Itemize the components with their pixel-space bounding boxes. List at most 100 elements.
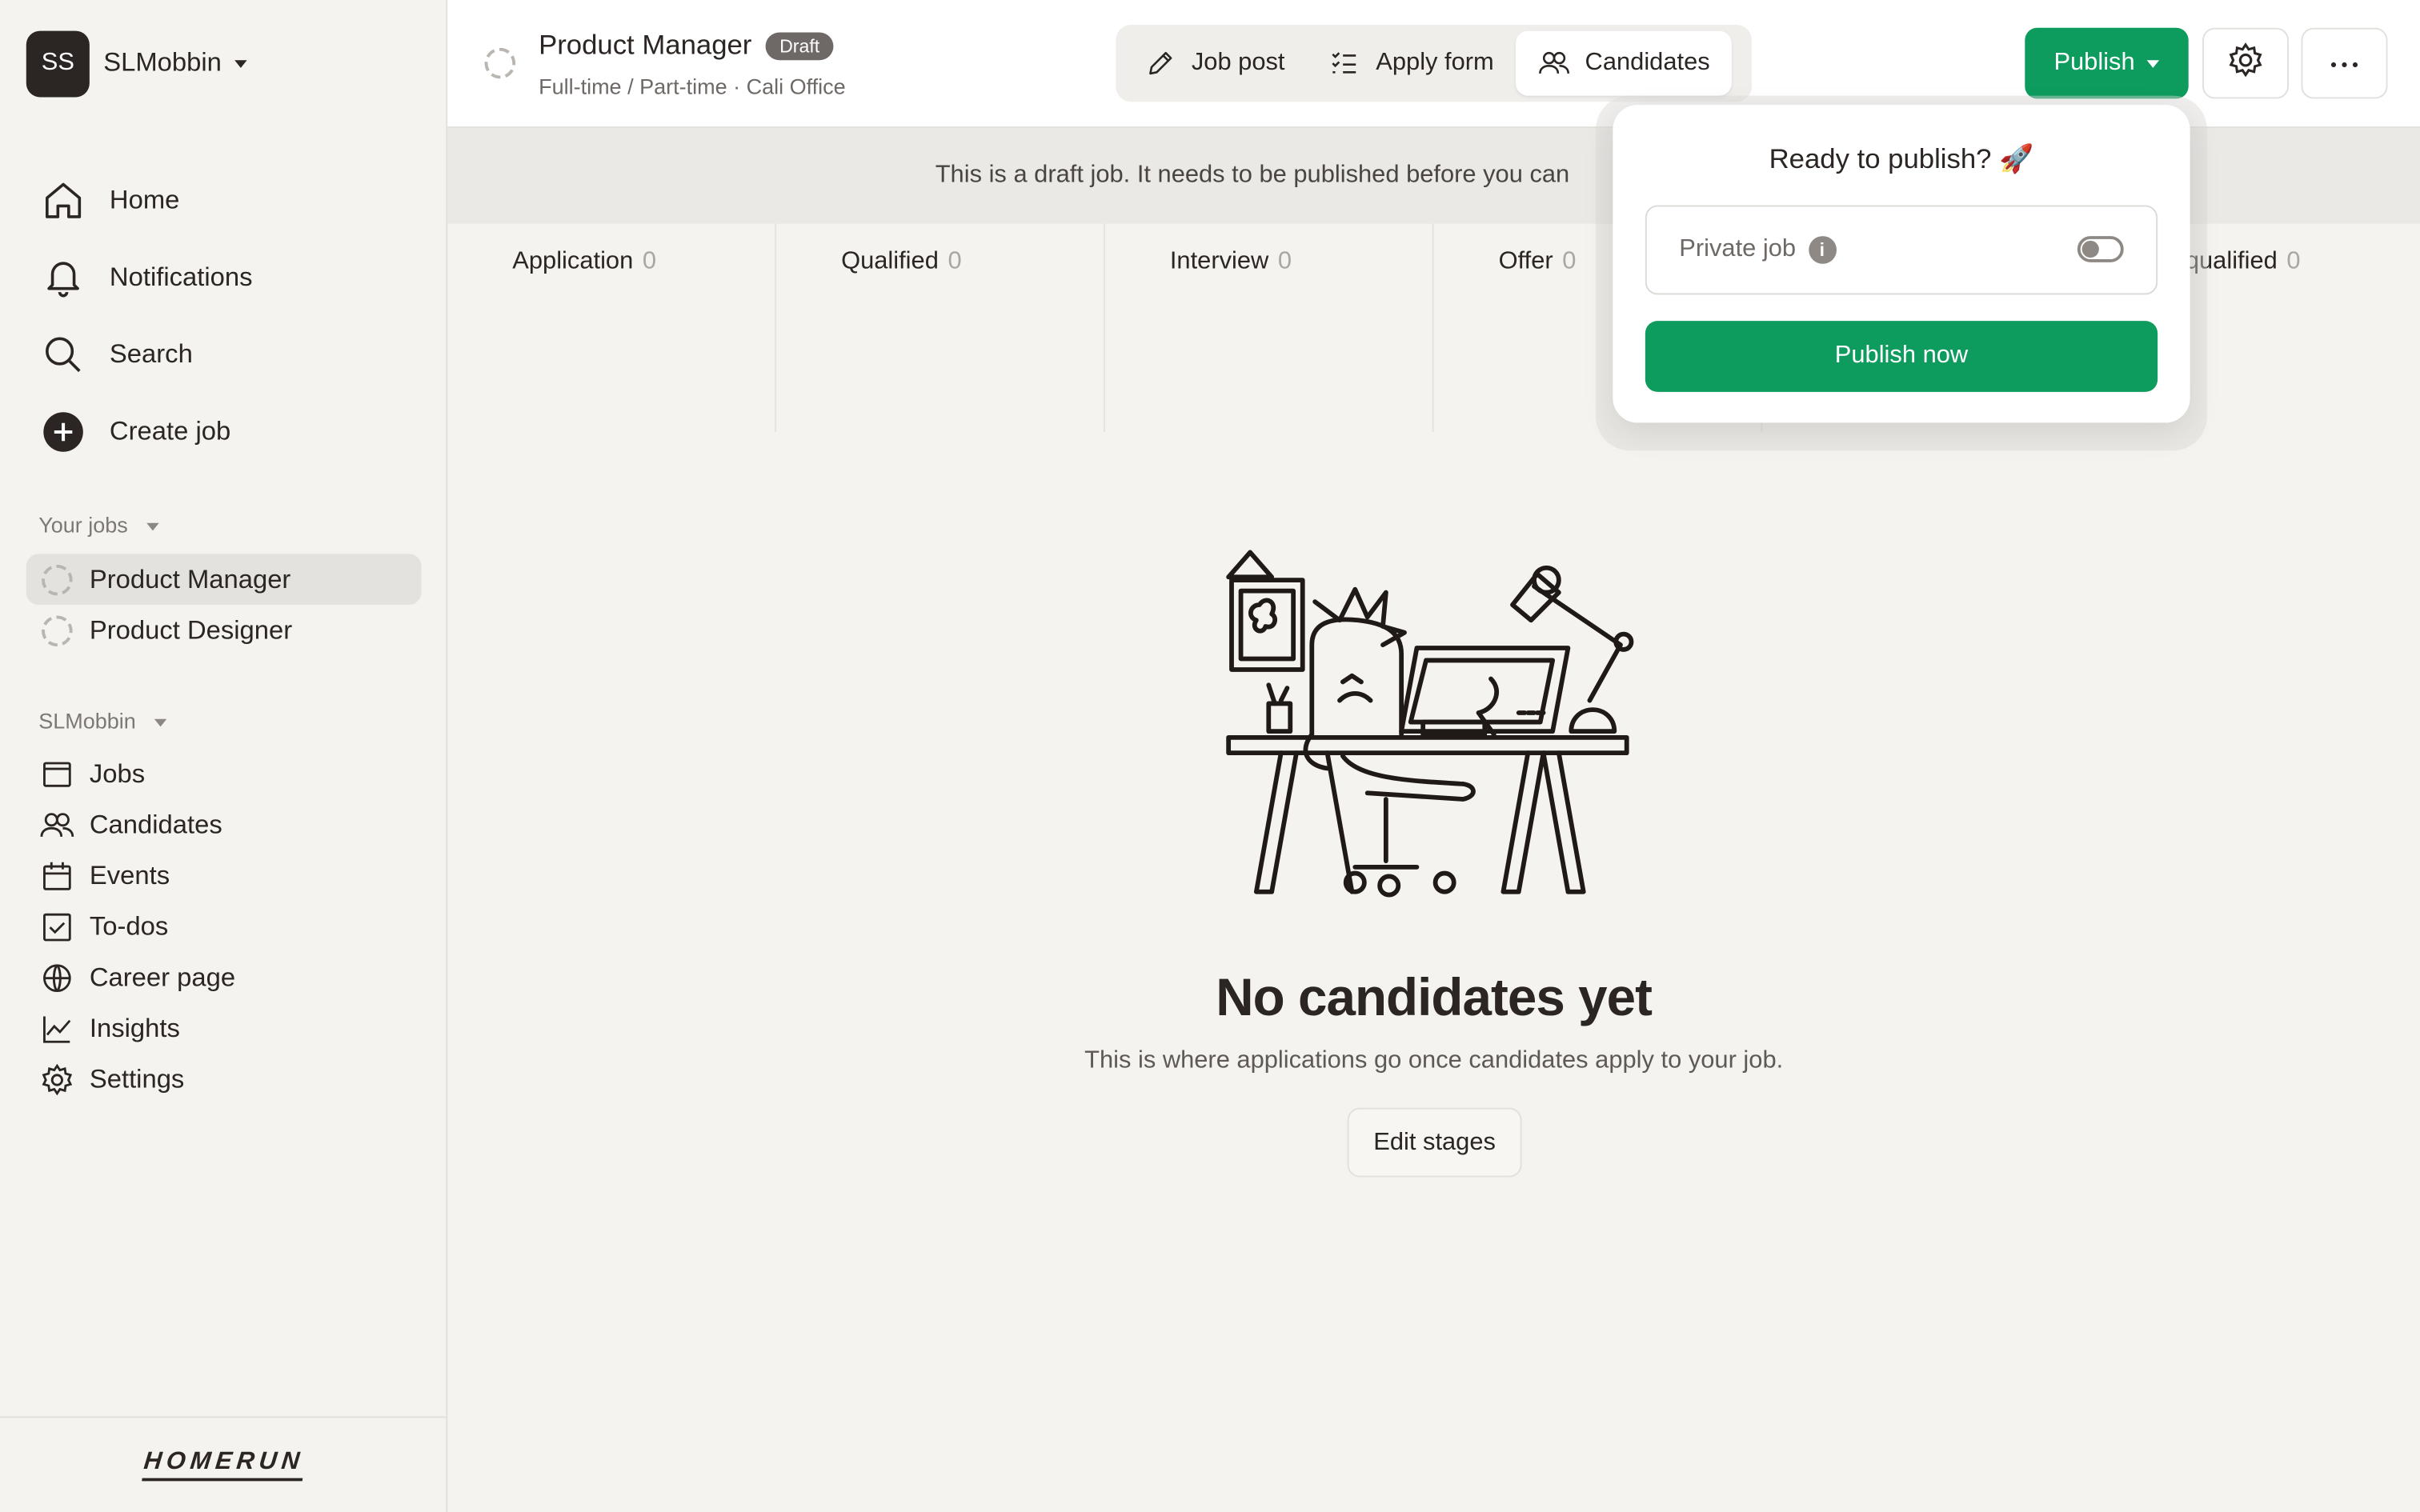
jobs-list: Product Manager Product Designer — [26, 554, 422, 655]
sidebar-item-label: Events — [89, 860, 170, 890]
empty-state-illustration — [1226, 550, 1634, 898]
page-title: Product Manager Draft — [539, 30, 834, 62]
sidebar-item-settings[interactable]: Settings — [38, 1054, 235, 1105]
nav-item-home[interactable]: Home — [40, 162, 252, 238]
gear-icon — [2227, 41, 2264, 86]
sidebar-item-insights[interactable]: Insights — [38, 1003, 235, 1054]
stage-count: 0 — [2286, 248, 2301, 275]
publish-popover: Ready to publish? 🚀 Private job i Publis… — [1613, 105, 2190, 423]
private-job-label: Private job — [1679, 236, 1797, 262]
org-nav: Jobs Candidates Events To-dos Career pag… — [38, 748, 235, 1104]
browser-icon — [38, 755, 75, 792]
publish-button-label: Publish — [2053, 49, 2135, 76]
job-item-product-manager[interactable]: Product Manager — [26, 554, 422, 605]
section-label: Your jobs — [38, 512, 128, 538]
org-section[interactable]: SLMobbin — [38, 708, 167, 734]
nav-item-search[interactable]: Search — [40, 316, 252, 393]
your-jobs-section[interactable]: Your jobs — [38, 512, 159, 538]
stage-name: Qualified — [841, 248, 939, 275]
stage-name: Interview — [1169, 248, 1269, 275]
edit-stages-button[interactable]: Edit stages — [1347, 1107, 1522, 1178]
job-item-label: Product Designer — [89, 614, 293, 645]
bell-icon — [40, 254, 86, 301]
stage-count: 0 — [642, 248, 657, 275]
job-settings-button[interactable] — [2202, 27, 2290, 99]
tab-candidates[interactable]: Candidates — [1515, 30, 1732, 96]
job-subtitle: Full-time / Part-time · Cali Office — [539, 74, 846, 99]
sidebar-item-label: To-dos — [89, 910, 169, 941]
section-label: SLMobbin — [38, 708, 136, 734]
nav-item-notifications[interactable]: Notifications — [40, 239, 253, 316]
toggle-knob — [2081, 240, 2099, 258]
draft-status-icon — [42, 563, 73, 595]
nav-item-label: Create job — [109, 416, 231, 446]
main-nav: Home Notifications Search Create job — [40, 162, 253, 470]
nav-item-label: Notifications — [109, 262, 253, 292]
nav-item-label: Search — [109, 339, 193, 369]
more-horizontal-icon — [2329, 50, 2360, 78]
nav-item-create-job[interactable]: Create job — [40, 394, 252, 470]
sidebar-item-career-page[interactable]: Career page — [38, 952, 235, 1003]
checkbox-icon — [38, 908, 75, 945]
stage-column-application[interactable]: Application 0 — [447, 223, 777, 432]
calendar-icon — [38, 857, 75, 894]
status-badge: Draft — [765, 31, 834, 60]
nav-item-label: Home — [109, 185, 180, 215]
home-icon — [40, 178, 86, 224]
tab-apply-form[interactable]: Apply form — [1307, 31, 1516, 96]
chevron-down-icon — [2147, 59, 2160, 67]
info-icon[interactable]: i — [1808, 236, 1837, 264]
job-title-text: Product Manager — [539, 29, 752, 61]
sidebar-item-events[interactable]: Events — [38, 850, 235, 902]
more-options-button[interactable] — [2301, 27, 2388, 99]
private-job-field: Private job i — [1645, 205, 2158, 295]
tab-label: Apply form — [1376, 49, 1494, 76]
stage-count: 0 — [948, 248, 962, 275]
app-root: SS SLMobbin Home Notifications Search Cr… — [0, 0, 2420, 1512]
users-icon — [1537, 46, 1571, 80]
chevron-down-icon — [154, 718, 167, 726]
workspace-name: SLMobbin — [103, 47, 222, 78]
checklist-icon — [1328, 46, 1362, 80]
pencil-icon — [1144, 46, 1177, 80]
homerun-logo[interactable]: HOMERUN — [142, 1448, 306, 1482]
publish-now-button[interactable]: Publish now — [1645, 321, 2158, 392]
empty-state-subtitle: This is where applications go once candi… — [1084, 1047, 1784, 1074]
stage-count: 0 — [1562, 248, 1577, 275]
draft-banner-text: This is a draft job. It needs to be publ… — [935, 162, 1570, 189]
workspace-switcher[interactable]: SS SLMobbin — [26, 30, 246, 98]
stage-count: 0 — [1277, 248, 1292, 275]
job-tabs: Job post Apply form Candidates — [1116, 24, 1752, 102]
sidebar-item-candidates[interactable]: Candidates — [38, 799, 235, 850]
chevron-down-icon — [146, 522, 159, 531]
sidebar-item-todos[interactable]: To-dos — [38, 901, 235, 952]
sidebar-item-label: Jobs — [89, 758, 146, 788]
plus-circle-icon — [40, 409, 86, 455]
sidebar-item-label: Insights — [89, 1013, 180, 1042]
sidebar-item-label: Candidates — [89, 809, 222, 839]
search-icon — [40, 332, 86, 378]
draft-status-icon — [42, 614, 73, 646]
workspace-avatar: SS — [26, 30, 90, 97]
chevron-down-icon — [234, 59, 246, 67]
tab-label: Candidates — [1585, 49, 1710, 76]
empty-state-title: No candidates yet — [1216, 969, 1653, 1028]
sidebar-item-jobs[interactable]: Jobs — [38, 748, 235, 799]
publish-button[interactable]: Publish — [2025, 27, 2189, 99]
popover-title: Ready to publish? 🚀 — [1769, 143, 2034, 174]
job-item-label: Product Manager — [89, 563, 291, 594]
sidebar: SS SLMobbin Home Notifications Search Cr… — [0, 0, 448, 1512]
private-job-toggle[interactable] — [2077, 236, 2124, 262]
globe-icon — [38, 959, 75, 996]
chart-icon — [38, 1010, 75, 1046]
gear-icon — [38, 1061, 75, 1098]
draft-status-icon — [484, 47, 516, 79]
tab-job-post[interactable]: Job post — [1122, 31, 1306, 96]
stage-name: Offer — [1498, 248, 1553, 275]
sidebar-item-label: Career page — [89, 962, 236, 992]
job-item-product-designer[interactable]: Product Designer — [26, 605, 422, 656]
stage-column-interview[interactable]: Interview 0 — [1105, 223, 1434, 432]
stage-name: Application — [512, 248, 634, 275]
users-icon — [38, 806, 75, 843]
stage-column-qualified[interactable]: Qualified 0 — [776, 223, 1105, 432]
